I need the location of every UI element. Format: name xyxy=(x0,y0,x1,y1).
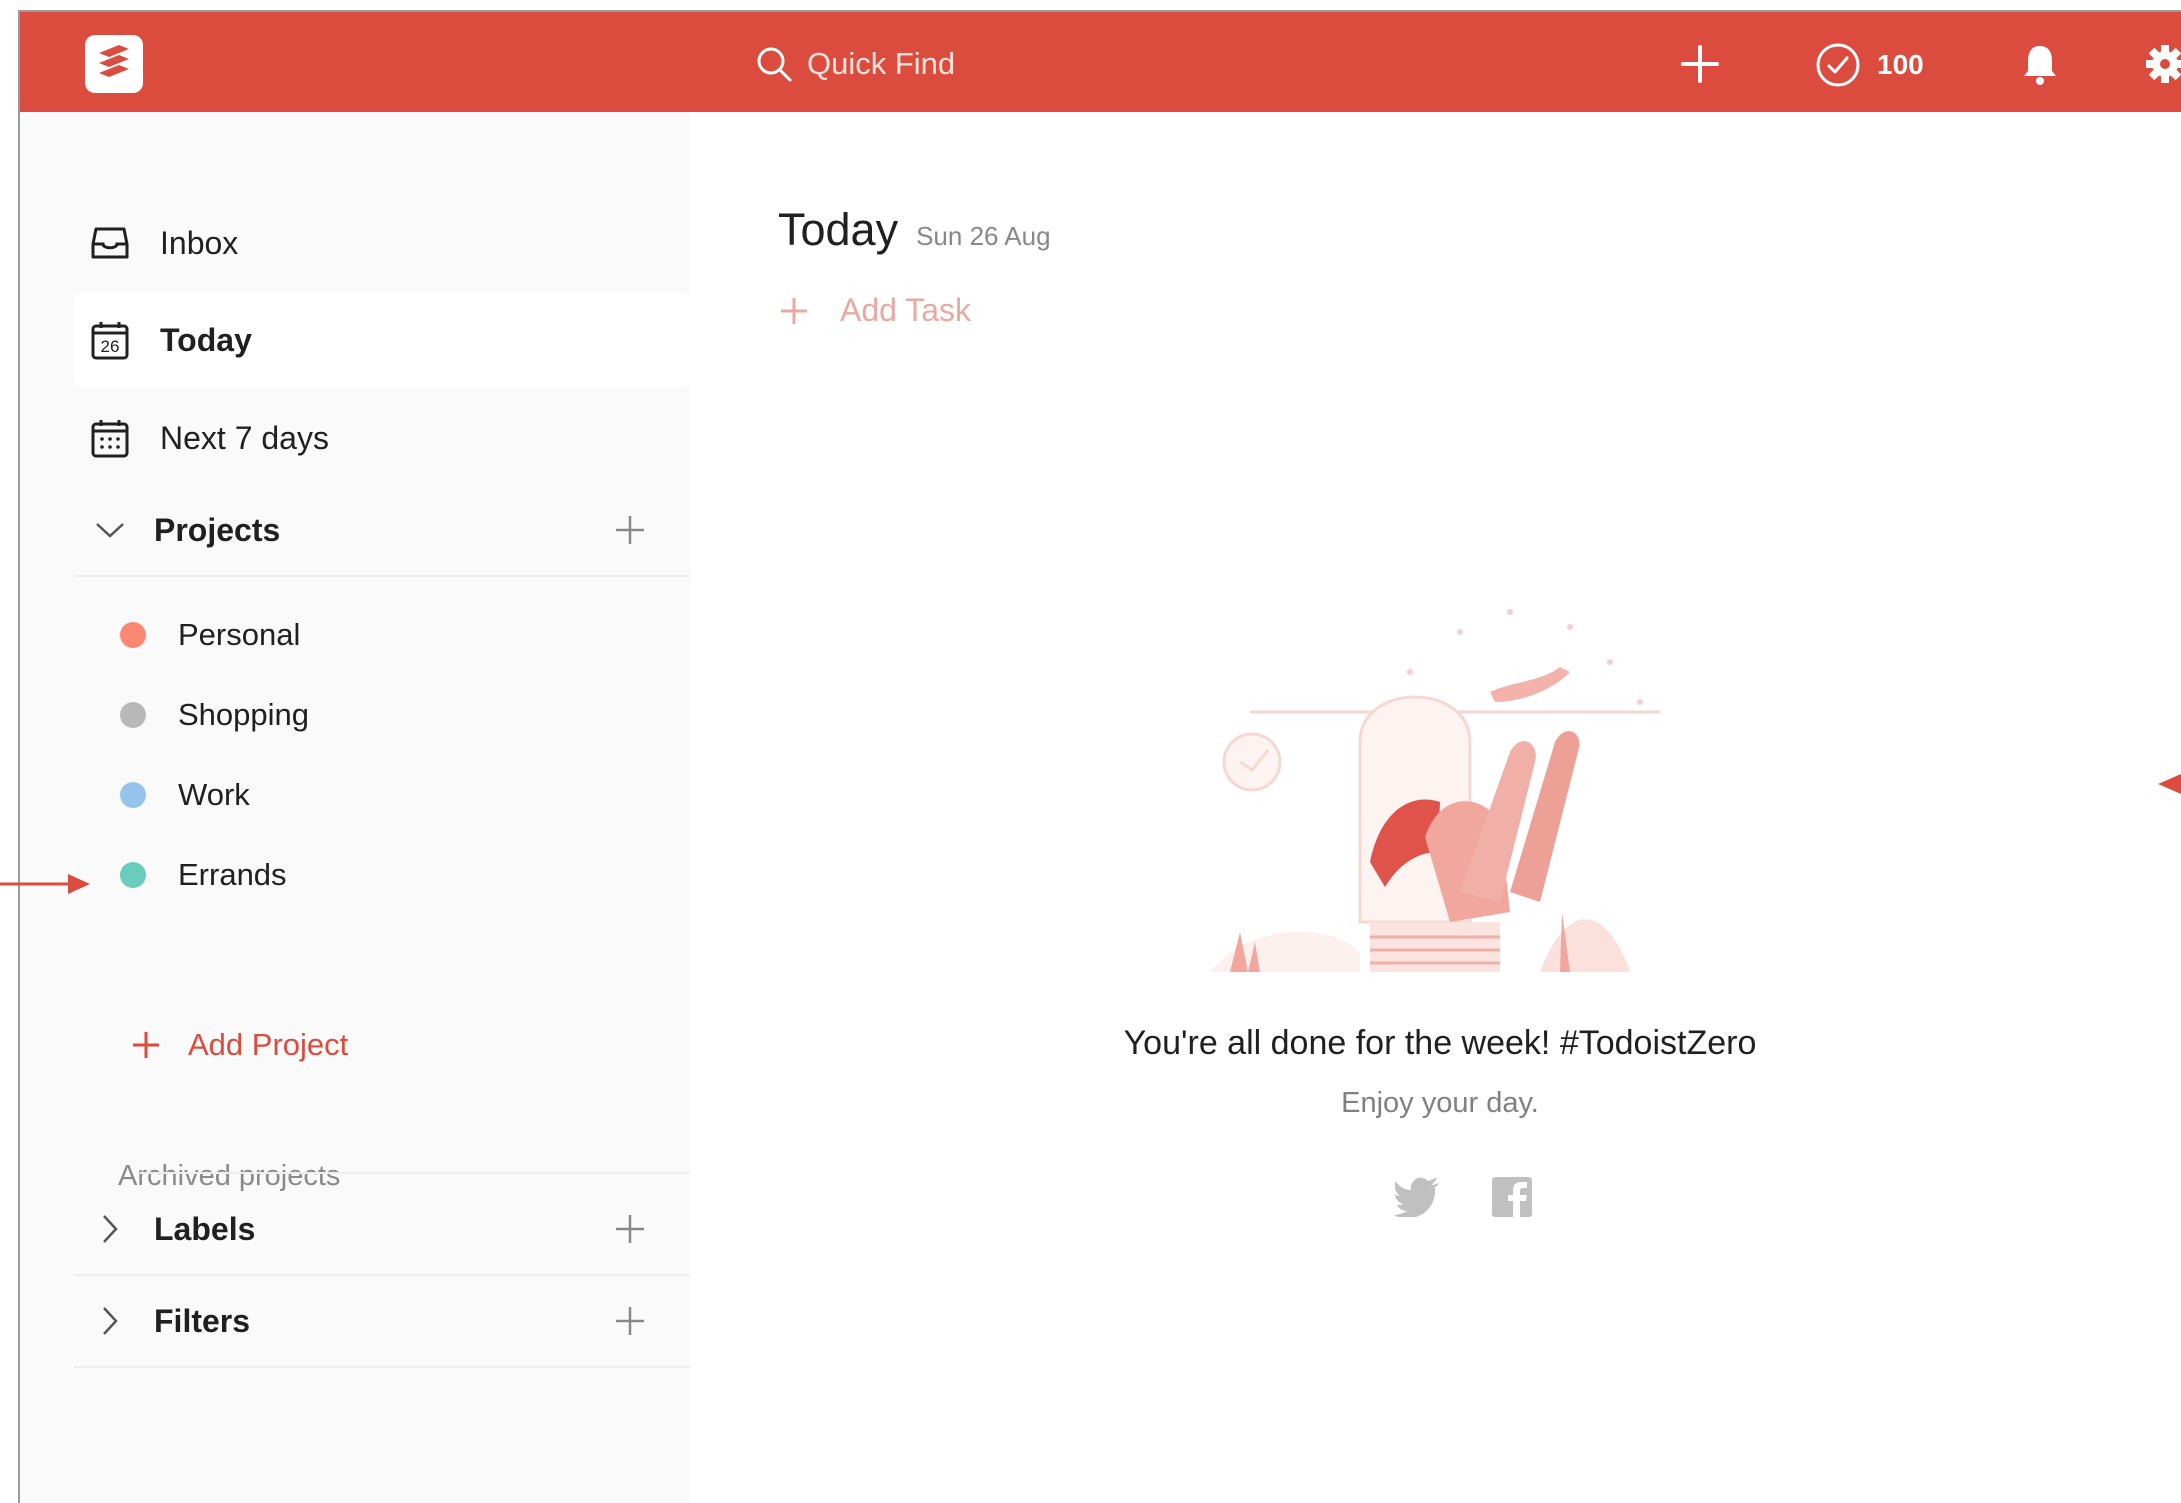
project-label: Personal xyxy=(178,617,301,652)
divider xyxy=(140,1172,690,1174)
project-item-errands[interactable]: Errands xyxy=(120,845,287,905)
project-color-dot xyxy=(120,702,146,728)
empty-state-illustration xyxy=(1210,592,1680,992)
filters-section-header[interactable]: Filters xyxy=(74,1276,690,1368)
sidebar-item-today[interactable]: 26 Today xyxy=(74,292,690,388)
empty-state-title: You're all done for the week! #TodoistZe… xyxy=(1123,1024,1757,1062)
inbox-icon xyxy=(90,223,130,263)
sidebar: Inbox 26 Today Next 7 days Projects Pers… xyxy=(20,112,691,1503)
gear-icon[interactable] xyxy=(2145,42,2181,91)
search-placeholder: Quick Find xyxy=(807,46,956,81)
page-title-text: Today xyxy=(778,204,899,255)
project-color-dot xyxy=(120,782,146,808)
annotation-arrow-left-icon xyxy=(2158,772,2181,801)
chevron-down-icon[interactable] xyxy=(90,520,130,540)
add-project-button[interactable]: Add Project xyxy=(132,1027,348,1063)
main-content: Today Sun 26 Aug Add Task You're all don… xyxy=(690,112,2181,1503)
karma-button[interactable]: 100 xyxy=(1815,42,1924,88)
filters-header: Filters xyxy=(154,1302,251,1339)
bell-icon[interactable] xyxy=(2020,42,2060,91)
calendar-week-icon xyxy=(90,418,130,458)
calendar-day-number: 26 xyxy=(100,337,120,356)
sidebar-item-label: Inbox xyxy=(160,224,239,261)
sidebar-item-inbox[interactable]: Inbox xyxy=(74,195,690,291)
sidebar-item-label: Next 7 days xyxy=(160,419,329,456)
project-color-dot xyxy=(120,862,146,888)
project-item-work[interactable]: Work xyxy=(120,765,250,825)
twitter-icon[interactable] xyxy=(1393,1177,1441,1222)
add-filter-plus-icon[interactable] xyxy=(610,1301,650,1341)
search-icon xyxy=(757,47,792,82)
page-title: Today Sun 26 Aug xyxy=(778,204,1051,256)
project-label: Work xyxy=(178,777,250,812)
add-label-plus-icon[interactable] xyxy=(610,1209,650,1249)
annotation-arrow-right-icon xyxy=(0,872,92,901)
add-task-button[interactable]: Add Task xyxy=(780,292,971,329)
quick-find-search[interactable]: Quick Find xyxy=(755,42,1055,86)
project-item-shopping[interactable]: Shopping xyxy=(120,685,309,745)
calendar-today-icon: 26 xyxy=(90,320,130,360)
project-color-dot xyxy=(120,622,146,648)
projects-section-header[interactable]: Projects xyxy=(74,485,690,577)
plus-icon xyxy=(781,297,807,324)
checkmark-circle-icon xyxy=(1816,43,1860,87)
project-label: Shopping xyxy=(178,697,310,732)
add-project-label: Add Project xyxy=(188,1027,349,1062)
empty-state-subtitle: Enjoy your day. xyxy=(1341,1087,1539,1119)
app-window: Quick Find 100 Inbox 26 Today Next 7 day… xyxy=(18,10,2181,1503)
page-date: Sun 26 Aug xyxy=(916,221,1051,251)
karma-count: 100 xyxy=(1877,49,1924,80)
chevron-right-icon[interactable] xyxy=(90,1213,130,1245)
sidebar-item-label: Today xyxy=(160,321,252,358)
todoist-logo-icon[interactable] xyxy=(85,35,143,93)
project-item-personal[interactable]: Personal xyxy=(120,605,300,665)
project-label: Errands xyxy=(178,857,287,892)
add-project-plus-icon[interactable] xyxy=(610,510,650,550)
chevron-right-icon[interactable] xyxy=(90,1305,130,1337)
facebook-icon[interactable] xyxy=(1492,1177,1532,1222)
labels-header: Labels xyxy=(154,1210,256,1247)
projects-header: Projects xyxy=(154,511,281,548)
plus-icon[interactable] xyxy=(1680,44,1720,89)
top-bar: Quick Find 100 xyxy=(20,12,2181,112)
add-task-label: Add Task xyxy=(840,292,972,328)
sidebar-item-next-7-days[interactable]: Next 7 days xyxy=(74,390,690,486)
labels-section-header[interactable]: Labels xyxy=(74,1184,690,1276)
plus-icon xyxy=(133,1032,159,1058)
